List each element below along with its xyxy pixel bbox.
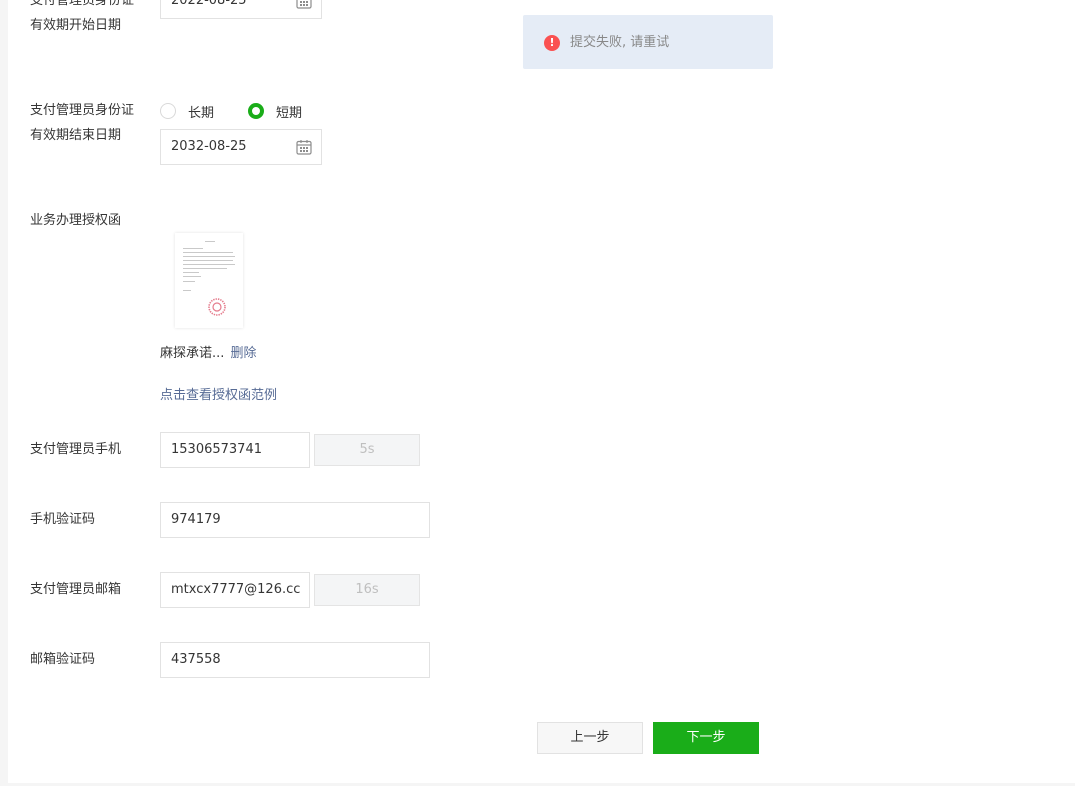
prev-step-button[interactable]: 上一步 xyxy=(537,722,643,754)
send-phone-code-button[interactable]: 5s xyxy=(314,434,420,466)
radio-short-term-label: 短期 xyxy=(276,105,303,121)
radio-checked-icon xyxy=(248,103,264,119)
thumb-text-line xyxy=(183,272,199,273)
delete-file-link[interactable]: 删除 xyxy=(231,346,257,361)
thumb-text-line xyxy=(183,290,191,291)
thumb-text-line xyxy=(183,260,233,261)
phone-value: 15306573741 xyxy=(171,442,262,457)
thumb-text-line xyxy=(183,264,235,265)
id-start-label: 支付管理员身份证有效期开始日期 xyxy=(30,0,135,33)
id-start-date-input[interactable]: 2022-08-25 xyxy=(160,0,322,19)
phone-label: 支付管理员手机 xyxy=(30,442,122,457)
next-step-button[interactable]: 下一步 xyxy=(653,722,759,754)
email-input[interactable]: mtxcx7777@126.cc xyxy=(160,572,310,608)
id-end-date-value: 2032-08-25 xyxy=(171,139,247,154)
email-code-value: 437558 xyxy=(171,652,221,667)
thumb-text-line xyxy=(205,241,215,242)
auth-letter-example-link[interactable]: 点击查看授权函范例 xyxy=(160,384,277,403)
radio-long-term-label: 长期 xyxy=(188,105,215,121)
thumb-text-line xyxy=(183,256,235,257)
toast-message: 提交失败, 请重试 xyxy=(570,35,670,50)
thumb-text-line xyxy=(183,281,195,282)
auth-letter-label: 业务办理授权函 xyxy=(30,213,122,228)
email-value: mtxcx7777@126.cc xyxy=(171,582,301,597)
id-end-date-input[interactable]: 2032-08-25 xyxy=(160,129,322,165)
auth-letter-file: 麻探承诺... 删除 xyxy=(160,342,257,361)
radio-unchecked-icon xyxy=(160,103,176,119)
phone-input[interactable]: 15306573741 xyxy=(160,432,310,468)
phone-code-label: 手机验证码 xyxy=(30,512,96,527)
thumb-text-line xyxy=(183,252,233,253)
error-toast: ! 提交失败, 请重试 xyxy=(523,15,773,69)
send-email-code-button[interactable]: 16s xyxy=(314,574,420,606)
red-seal-icon xyxy=(208,298,226,316)
email-code-label: 邮箱验证码 xyxy=(30,652,96,667)
calendar-icon[interactable] xyxy=(296,0,312,9)
radio-short-term[interactable]: 短期 xyxy=(248,103,303,121)
email-label: 支付管理员邮箱 xyxy=(30,582,122,597)
thumb-text-line xyxy=(183,248,203,249)
thumb-text-line xyxy=(183,276,201,277)
email-code-input[interactable]: 437558 xyxy=(160,642,430,678)
id-end-label: 支付管理员身份证有效期结束日期 xyxy=(30,103,135,143)
auth-letter-thumbnail[interactable] xyxy=(175,233,243,328)
id-start-date-value: 2022-08-25 xyxy=(171,0,247,8)
radio-long-term[interactable]: 长期 xyxy=(160,103,215,121)
calendar-icon[interactable] xyxy=(296,139,312,155)
thumb-text-line xyxy=(183,268,227,269)
phone-code-value: 974179 xyxy=(171,512,221,527)
error-icon: ! xyxy=(544,35,560,51)
phone-code-input[interactable]: 974179 xyxy=(160,502,430,538)
auth-letter-file-name: 麻探承诺... xyxy=(160,346,225,361)
